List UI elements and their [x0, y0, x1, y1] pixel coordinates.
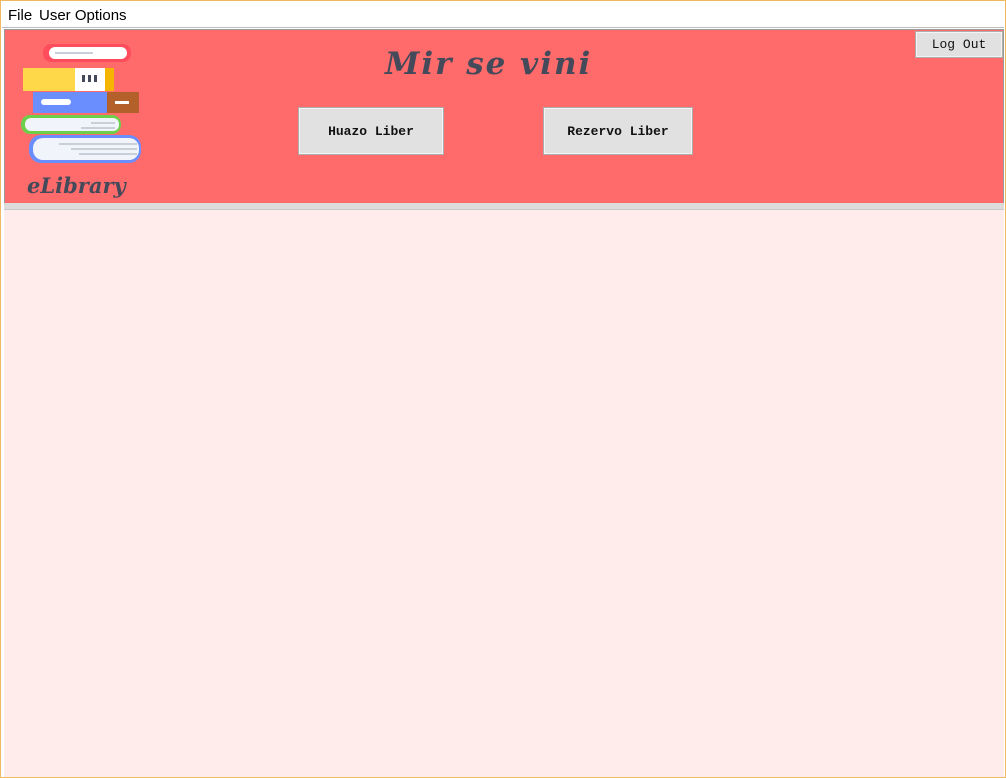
menu-file[interactable]: File: [8, 7, 32, 24]
header-panel: eLibrary Mir se vini Huazo Liber Rezervo…: [4, 29, 1004, 204]
books-stack-icon: [21, 44, 141, 163]
header-divider: [4, 203, 1004, 210]
page-title: Mir se vini: [385, 46, 593, 82]
menu-user-options[interactable]: User Options: [39, 7, 127, 24]
rezervo-liber-button[interactable]: Rezervo Liber: [543, 107, 693, 155]
huazo-liber-button[interactable]: Huazo Liber: [298, 107, 444, 155]
menu-bar: File User Options: [2, 4, 1004, 28]
app-window: File User Options eLibrary Mir se vini H…: [0, 0, 1006, 778]
main-content-area: [4, 210, 1004, 777]
logo-text: eLibrary: [27, 173, 126, 198]
logout-button[interactable]: Log Out: [915, 31, 1003, 58]
